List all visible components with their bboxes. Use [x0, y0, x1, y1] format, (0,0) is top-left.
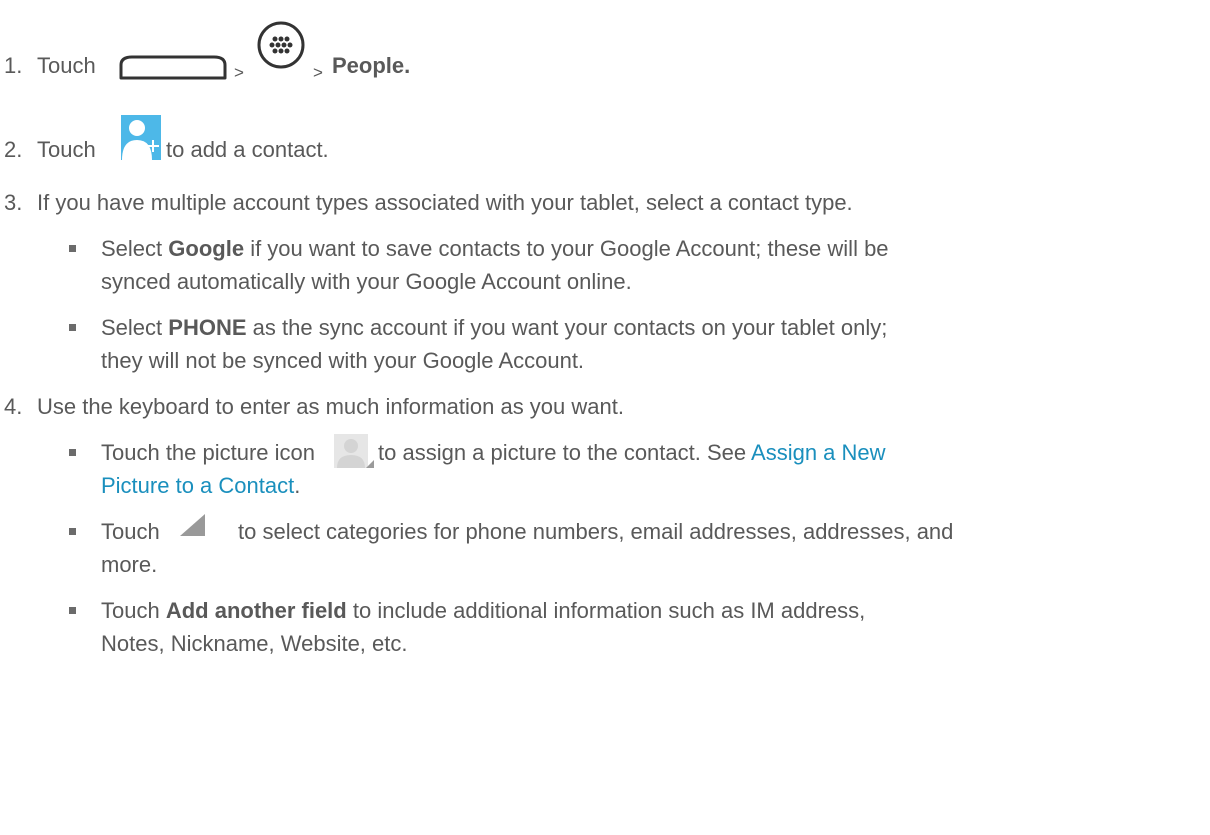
assign-picture-link-cont[interactable]: Picture to a Contact — [101, 473, 294, 498]
bullet-addfield-line-2: Notes, Nickname, Website, etc. — [101, 631, 408, 656]
step-number: 3. — [4, 190, 23, 215]
step-number: 1. — [4, 53, 23, 78]
step-1-people: People. — [332, 53, 411, 78]
bullet-google-line-1: Select Google if you want to save contac… — [101, 236, 889, 261]
step-1-text: Touch — [37, 53, 96, 79]
assign-picture-link[interactable]: Assign a New — [751, 440, 886, 465]
step-1-sep-2: > — [313, 63, 323, 82]
home-icon — [119, 55, 227, 80]
bullet-phone-line-1: Select PHONE as the sync account if you … — [101, 315, 888, 340]
bullet-picture-mid: to assign a picture to the contact. See … — [378, 440, 886, 465]
add-contact-icon — [121, 115, 161, 160]
step-3-text: If you have multiple account types assoc… — [37, 190, 853, 215]
bullet-google-line-2: synced automatically with your Google Ac… — [101, 269, 632, 294]
bullet-marker — [69, 528, 76, 535]
bullet-picture-line-2: Picture to a Contact. — [101, 473, 301, 498]
bullet-picture-pre: Touch the picture icon — [101, 440, 316, 465]
bullet-marker — [69, 607, 76, 614]
bullet-categories-pre: Touch — [101, 519, 160, 544]
bullet-addfield-line-1: Touch Add another field to include addit… — [101, 598, 866, 623]
step-1-touch: Touch — [37, 53, 96, 78]
bullet-marker — [69, 324, 76, 331]
step-2-touch: Touch — [37, 137, 96, 162]
step-1-sep-1: > — [234, 63, 244, 82]
bullet-marker — [69, 449, 76, 456]
apps-icon — [257, 21, 305, 69]
bullet-categories-rest: to select categories for phone numbers, … — [238, 519, 954, 544]
bullet-marker — [69, 245, 76, 252]
step-2-rest: to add a contact. — [166, 137, 329, 162]
category-triangle-icon — [180, 514, 205, 536]
step-number: 2. — [4, 137, 23, 162]
contact-picture-icon — [334, 434, 374, 468]
bullet-phone-line-2: they will not be synced with your Google… — [101, 348, 585, 373]
bullet-categories-line-2: more. — [101, 552, 158, 577]
step-number: 4. — [4, 394, 23, 419]
step-4-text: Use the keyboard to enter as much inform… — [37, 394, 624, 419]
